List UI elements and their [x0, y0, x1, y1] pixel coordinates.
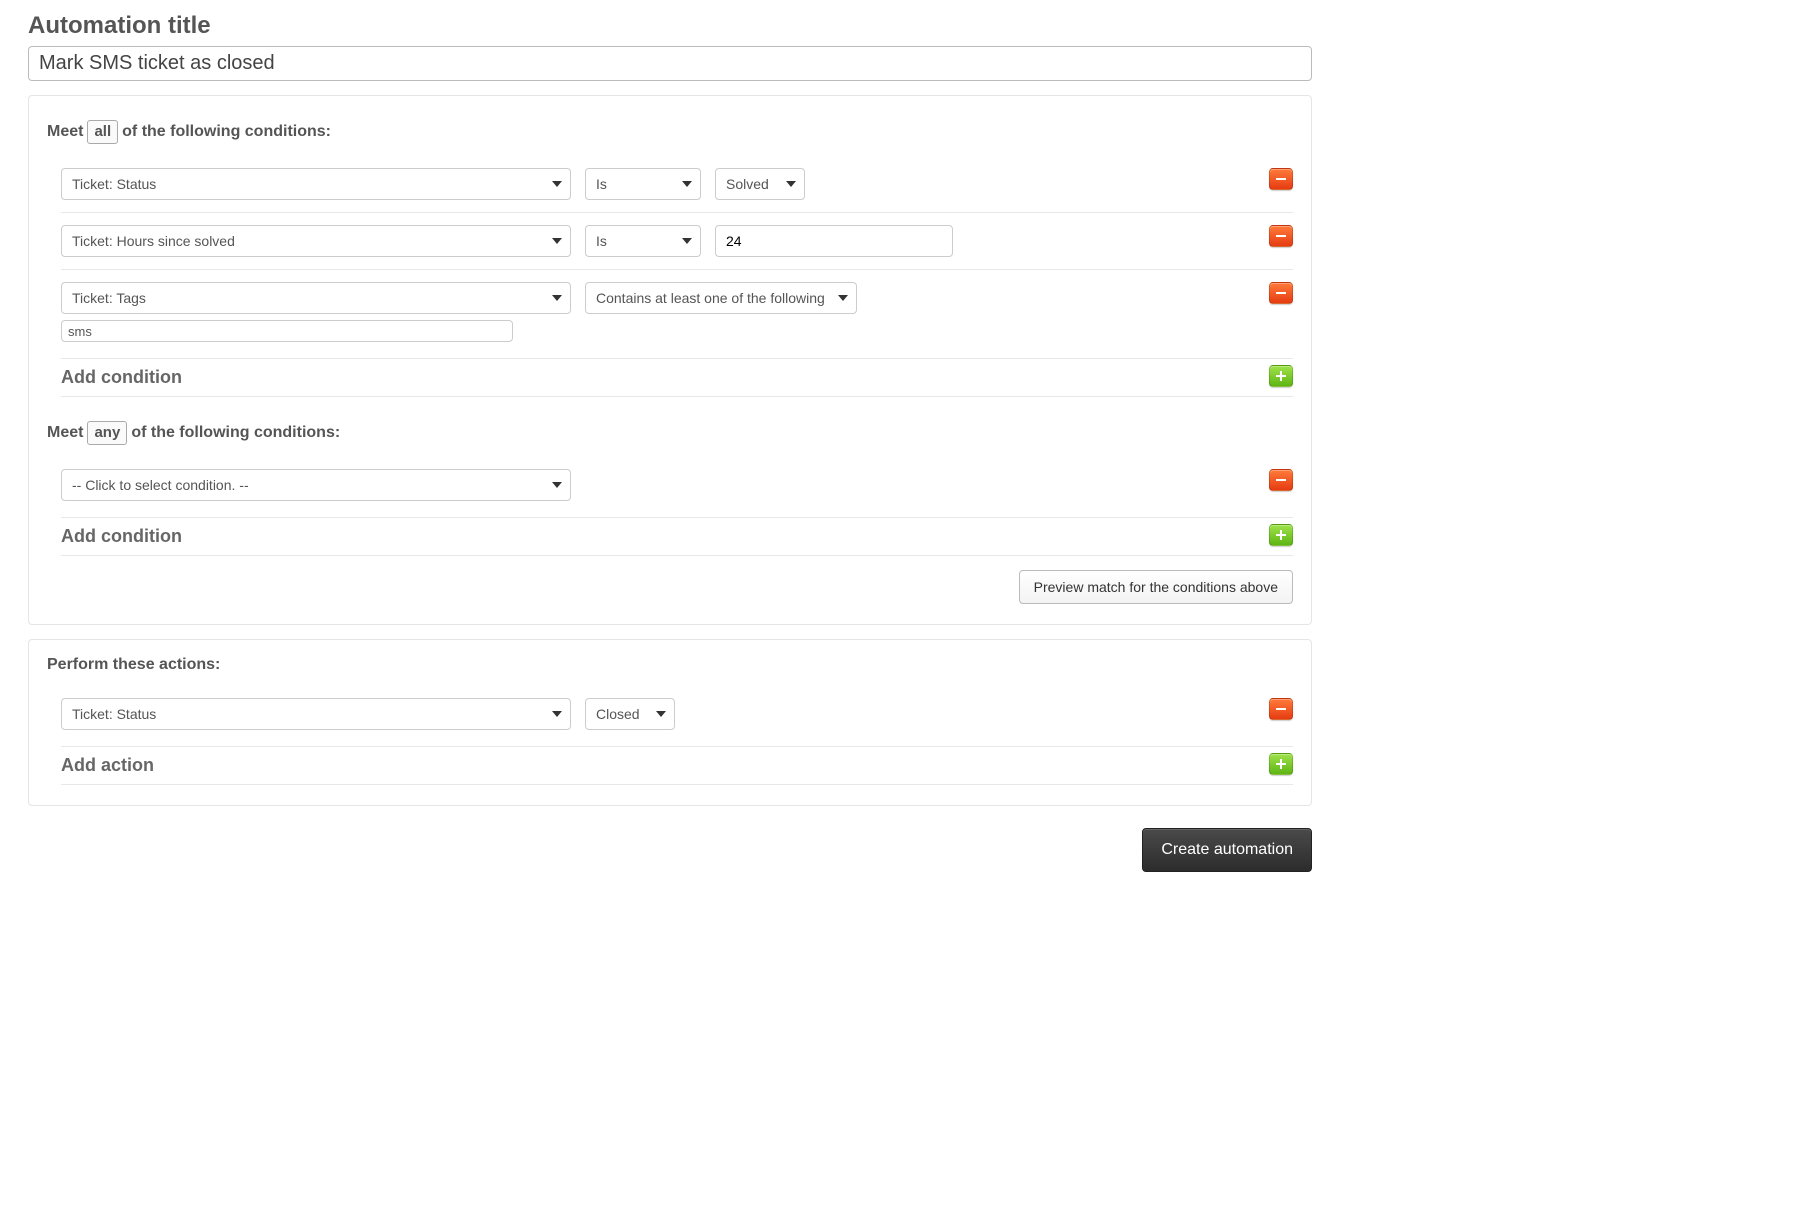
actions-heading: Perform these actions: — [47, 650, 1293, 686]
preview-match-button[interactable]: Preview match for the conditions above — [1019, 570, 1293, 604]
condition-row: Ticket: Tags Contains at least one of th… — [61, 269, 1293, 354]
condition-value-select[interactable]: Solved — [715, 168, 805, 200]
minus-icon — [1275, 474, 1287, 486]
add-condition-row: Add condition — [61, 517, 1293, 556]
minus-icon — [1275, 230, 1287, 242]
actions-panel: Perform these actions: Ticket: Status Cl… — [28, 639, 1312, 806]
remove-condition-button[interactable] — [1269, 282, 1293, 304]
meet-suffix: of the following conditions: — [131, 424, 340, 442]
plus-icon — [1275, 758, 1287, 770]
create-automation-button[interactable]: Create automation — [1142, 828, 1312, 872]
remove-condition-button[interactable] — [1269, 225, 1293, 247]
add-condition-label: Add condition — [61, 526, 182, 546]
action-field-select[interactable]: Ticket: Status — [61, 698, 571, 730]
condition-field-select[interactable]: -- Click to select condition. -- — [61, 469, 571, 501]
plus-icon — [1275, 370, 1287, 382]
condition-row: -- Click to select condition. -- — [61, 457, 1293, 513]
any-conditions-heading: Meet any of the following conditions: — [47, 407, 1293, 457]
condition-row: Ticket: Status Is Solved — [61, 156, 1293, 212]
conditions-panel: Meet all of the following conditions: Ti… — [28, 95, 1312, 625]
all-conditions-heading: Meet all of the following conditions: — [47, 106, 1293, 156]
condition-field-select[interactable]: Ticket: Hours since solved — [61, 225, 571, 257]
condition-field-select[interactable]: Ticket: Tags — [61, 282, 571, 314]
any-token: any — [87, 421, 127, 445]
condition-operator-select[interactable]: Contains at least one of the following — [585, 282, 857, 314]
add-condition-label: Add condition — [61, 367, 182, 387]
all-token: all — [87, 120, 118, 144]
add-condition-row: Add condition — [61, 358, 1293, 397]
add-action-button[interactable] — [1269, 753, 1293, 775]
remove-action-button[interactable] — [1269, 698, 1293, 720]
condition-operator-select[interactable]: Is — [585, 225, 701, 257]
condition-row: Ticket: Hours since solved Is — [61, 212, 1293, 269]
add-condition-button[interactable] — [1269, 365, 1293, 387]
condition-field-select[interactable]: Ticket: Status — [61, 168, 571, 200]
add-condition-button[interactable] — [1269, 524, 1293, 546]
remove-condition-button[interactable] — [1269, 168, 1293, 190]
plus-icon — [1275, 529, 1287, 541]
action-row: Ticket: Status Closed — [61, 686, 1293, 742]
action-value-select[interactable]: Closed — [585, 698, 675, 730]
meet-suffix: of the following conditions: — [122, 123, 331, 141]
add-action-label: Add action — [61, 755, 154, 775]
minus-icon — [1275, 173, 1287, 185]
condition-tags-input[interactable] — [61, 320, 513, 342]
condition-value-input[interactable] — [715, 225, 953, 257]
preview-wrap: Preview match for the conditions above — [47, 570, 1293, 604]
automation-title-input[interactable] — [28, 46, 1312, 81]
add-action-row: Add action — [61, 746, 1293, 785]
meet-prefix: Meet — [47, 424, 83, 442]
footer-actions: Create automation — [28, 828, 1312, 872]
meet-prefix: Meet — [47, 123, 83, 141]
minus-icon — [1275, 703, 1287, 715]
condition-operator-select[interactable]: Is — [585, 168, 701, 200]
remove-condition-button[interactable] — [1269, 469, 1293, 491]
title-label: Automation title — [28, 12, 1312, 40]
minus-icon — [1275, 287, 1287, 299]
